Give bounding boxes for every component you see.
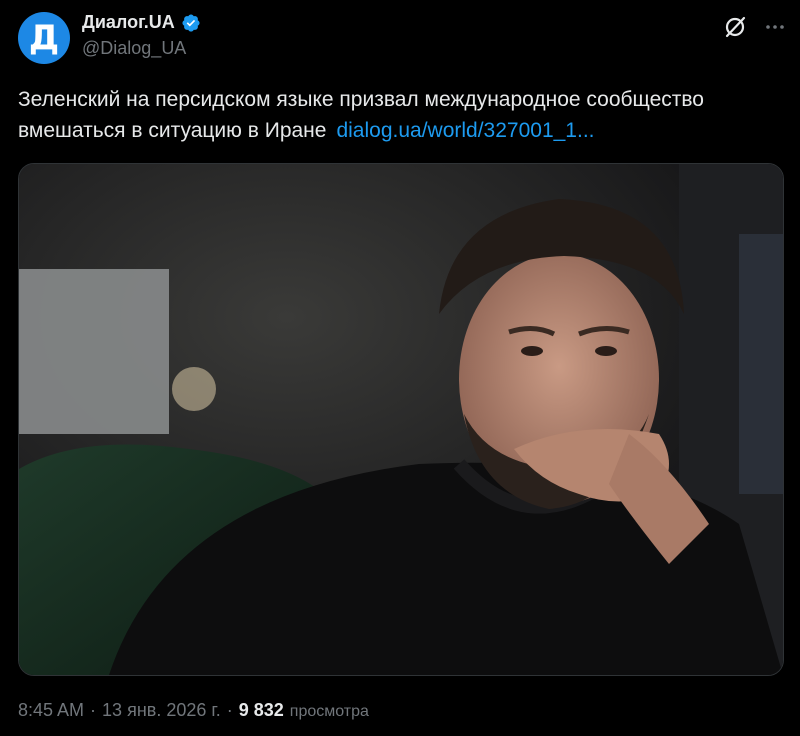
- author-name-row[interactable]: Диалог.UA: [82, 12, 201, 33]
- tweet-text-block: Зеленский на персидском языке призвал ме…: [18, 84, 778, 146]
- author-display-name[interactable]: Диалог.UA: [82, 12, 175, 33]
- tweet: Д Диалог.UA @Dialog_UA Зеленский на перс…: [0, 0, 800, 736]
- tweet-meta: 8:45 AM · 13 янв. 2026 г. · 9 832 просмо…: [18, 700, 369, 721]
- grok-icon[interactable]: [718, 10, 752, 44]
- more-options-icon[interactable]: [758, 10, 792, 44]
- meta-separator-2: ·: [226, 700, 233, 720]
- author-handle[interactable]: @Dialog_UA: [82, 38, 186, 59]
- media-photo[interactable]: [18, 163, 784, 676]
- avatar-letter: Д: [28, 18, 60, 58]
- verified-badge-icon: [181, 13, 201, 33]
- meta-separator: ·: [90, 700, 97, 720]
- avatar[interactable]: Д: [18, 12, 70, 64]
- views-count: 9 832: [238, 700, 284, 720]
- tweet-date[interactable]: 13 янв. 2026 г.: [102, 700, 221, 721]
- views-label: просмотра: [289, 703, 369, 720]
- tweet-time[interactable]: 8:45 AM: [18, 700, 84, 721]
- tweet-link[interactable]: dialog.ua/world/327001_1...: [336, 119, 594, 142]
